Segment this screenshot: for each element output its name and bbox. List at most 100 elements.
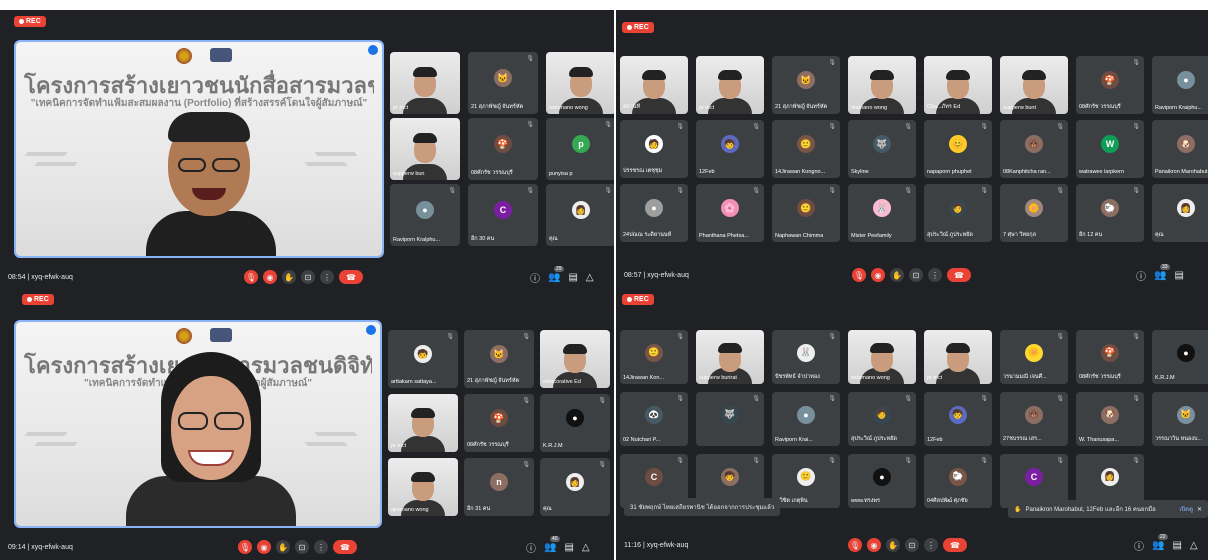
participant-tile[interactable]: 🍄 🎙 08ศักรัช วรรณบุรี (1076, 56, 1144, 114)
participant-tile[interactable]: C 🎙 อีก 30 คน (468, 184, 538, 246)
people-icon[interactable]: 👥 22 (1152, 533, 1168, 551)
camera-off-icon[interactable]: ◉ (263, 270, 277, 284)
participant-tile[interactable]: 🐑 🎙 04ศิลปพัฒ์ ศุภชัย (924, 454, 992, 508)
chat-icon[interactable]: ▤ (568, 272, 577, 283)
participant-tile[interactable]: 🎙 pr mct (696, 56, 764, 114)
end-call-button[interactable]: ☎ (333, 540, 357, 554)
raise-hand-icon[interactable]: ✋ (276, 540, 290, 554)
participant-tile[interactable]: n 🎙 อีก 31 คน (464, 458, 534, 516)
end-call-button[interactable]: ☎ (943, 538, 967, 552)
camera-off-icon[interactable]: ◉ (871, 268, 885, 282)
participant-tile[interactable]: ●🎙K.R.J.M (1152, 330, 1208, 384)
participant-tile[interactable]: 🐼 🎙 02 Nutchari P... (620, 392, 688, 446)
info-icon[interactable]: ⓘ (530, 270, 540, 285)
activities-icon[interactable]: △ (1190, 540, 1198, 551)
participant-tile[interactable]: ● 🎙 Raviporn Krai... (772, 392, 840, 446)
participant-tile[interactable]: ● 🎙 www.ทรงพร (848, 454, 916, 508)
participant-tile[interactable]: 🎙 ostocorative Ed (540, 330, 610, 388)
present-icon[interactable]: ⊡ (295, 540, 309, 554)
participant-tile[interactable]: 🐰 🎙 Mister Peefamily (848, 184, 916, 242)
participant-tile[interactable]: 😊 🎙 napaporn phuphet (924, 120, 992, 178)
raise-hand-icon[interactable]: ✋ (890, 268, 904, 282)
chat-icon[interactable]: ▤ (1172, 540, 1181, 551)
info-icon[interactable]: ⓘ (526, 540, 536, 555)
participant-tile[interactable]: 🐑 🎙 อีก 12 คน (1076, 184, 1144, 242)
participant-tile[interactable]: 🎙 ostomano wong (546, 52, 614, 114)
mic-off-icon[interactable]: 🎙 (848, 538, 862, 552)
participant-tile[interactable]: 🎙 apemano wong (388, 458, 458, 516)
more-options-icon[interactable]: ⋮ (924, 538, 938, 552)
participant-tile[interactable]: 🧑 🎙 สุประวิณ์ ภูประหยัด (848, 392, 916, 446)
end-call-button[interactable]: ☎ (339, 270, 363, 284)
participant-tile[interactable]: 🧒 🎙 arttakarn sattaya... (388, 330, 458, 388)
view-link[interactable]: เปิดดู (1179, 504, 1193, 514)
participant-tile[interactable]: 🍄 🎙 08ศักรัช วรรณบุรี (464, 394, 534, 452)
mic-off-icon[interactable]: 🎙 (852, 268, 866, 282)
participant-tile[interactable]: 🎙 ostamano wong (848, 330, 916, 384)
participant-tile[interactable]: 👩🎙คุณ (546, 184, 614, 246)
info-icon[interactable]: ⓘ (1136, 268, 1146, 283)
participant-tile[interactable]: 🐰 🎙 ปัชรพัทธ์ จำปาทอง (772, 330, 840, 384)
participant-tile[interactable]: 🎙 supperw bunt (1000, 56, 1068, 114)
participant-tile[interactable]: 🎙 Cha...ภัทร Ed (924, 56, 992, 114)
participant-tile[interactable]: 🌼 🎙 7 ศุษา วิทยกุล (1000, 184, 1068, 242)
participant-tile[interactable]: 🎙 supperw bun (390, 118, 460, 180)
participant-tile[interactable]: 🎙 สถานที่ (620, 56, 688, 114)
participant-tile[interactable]: 🙂 🎙 14Jirawan Kon... (620, 330, 688, 384)
mic-off-icon[interactable]: 🎙 (244, 270, 258, 284)
people-icon[interactable]: 👥 40 (544, 535, 560, 553)
participant-tile[interactable]: 🌼 🎙 วรนามมณี เจนศี... (1000, 330, 1068, 384)
participant-tile[interactable]: 👩🎙คุณ (1152, 184, 1208, 242)
present-icon[interactable]: ⊡ (301, 270, 315, 284)
participant-tile[interactable]: 👩🎙คุณ (540, 458, 610, 516)
participant-tile[interactable]: ● 🎙 Raviporn Kralphu... (390, 184, 460, 246)
participant-tile[interactable]: 🎙 supperw burirat (696, 330, 764, 384)
present-icon[interactable]: ⊡ (905, 538, 919, 552)
participant-tile[interactable]: 🐶🎙Panaikron Marohabut (1152, 120, 1208, 178)
participant-tile[interactable]: 🐺 🎙 (696, 392, 764, 446)
activities-icon[interactable]: △ (582, 542, 590, 553)
present-icon[interactable]: ⊡ (909, 268, 923, 282)
participant-tile[interactable]: ●🎙Raviporn Kraiphu... (1152, 56, 1208, 114)
activities-icon[interactable]: △ (586, 272, 594, 283)
more-options-icon[interactable]: ⋮ (320, 270, 334, 284)
participant-tile[interactable]: 🙂 🎙 Naphawan Chimma (772, 184, 840, 242)
participant-tile[interactable]: 🎙 pr mct (924, 330, 992, 384)
participant-tile[interactable]: 🍄 🎙 08ศักรัช วรรณบุรี (468, 118, 538, 180)
mic-off-icon[interactable]: 🎙 (238, 540, 252, 554)
raise-hand-icon[interactable]: ✋ (282, 270, 296, 284)
participant-tile[interactable]: 🐱🎙วรรณาวิน หนองบ... (1152, 392, 1208, 446)
chat-icon[interactable]: ▤ (564, 542, 573, 553)
participant-tile[interactable]: 🐺 🎙 Skyline (848, 120, 916, 178)
more-options-icon[interactable]: ⋮ (314, 540, 328, 554)
participant-tile[interactable]: 🧑 🎙 สุประวิณ์ ภูประหยัด (924, 184, 992, 242)
participant-tile[interactable]: p 🎙 punyisa p (546, 118, 614, 180)
participant-tile[interactable]: 🐱 🎙 21 สุภาพัชญ์ จันทร์หัต (772, 56, 840, 114)
people-icon[interactable]: 👥 29 (548, 265, 564, 283)
participant-tile[interactable]: 🙂 🎙 4.วิชิต เกตุพิน (772, 454, 840, 508)
close-icon[interactable]: ✕ (1197, 506, 1202, 513)
participant-tile[interactable]: W 🎙 watrawee larpkern (1076, 120, 1144, 178)
participant-tile[interactable]: 🐻 🎙 08Kanphitcha ran... (1000, 120, 1068, 178)
more-options-icon[interactable]: ⋮ (928, 268, 942, 282)
participant-tile[interactable]: 🎙 otamano wong (848, 56, 916, 114)
participant-tile[interactable]: 🍄 🎙 08ศักรัช วรรณบุรี (1076, 330, 1144, 384)
info-icon[interactable]: ⓘ (1134, 538, 1144, 553)
raise-hand-icon[interactable]: ✋ (886, 538, 900, 552)
participant-tile[interactable]: 🐱 🎙 21 สุภาพัชญ์ จันทร์หัต (468, 52, 538, 114)
participant-tile[interactable]: 🐶 🎙 W. Thanusapa... (1076, 392, 1144, 446)
participant-tile[interactable]: 🎙 pr mct (388, 394, 458, 452)
main-speaker-video[interactable]: โครงการสร้างเยาวช สารมวลชนดิจิทัล "เทคนิ… (14, 320, 382, 528)
camera-off-icon[interactable]: ◉ (867, 538, 881, 552)
participant-tile[interactable]: 🧒 🎙 12Feb (924, 392, 992, 446)
participant-tile[interactable]: 🙂 🎙 14Jirawan Kongno... (772, 120, 840, 178)
people-icon[interactable]: 👥 33 (1154, 263, 1170, 281)
participant-tile[interactable]: 🌸 🎙 Phanthana Phetsa... (696, 184, 764, 242)
camera-off-icon[interactable]: ◉ (257, 540, 271, 554)
participant-tile[interactable]: 🧒 🎙 12Feb (696, 120, 764, 178)
main-speaker-video[interactable]: โครงการสร้างเยาวชนนักสื่อสารมวลชนดิจิทัล… (14, 40, 384, 258)
participant-tile[interactable]: ●🎙K.R.J.M (540, 394, 610, 452)
participant-tile[interactable]: 🐱 🎙 21 สุภาพัชญ์ จันทร์หัต (464, 330, 534, 388)
participant-tile[interactable]: ● 🎙 24ปณณ ระดิยานนท์ (620, 184, 688, 242)
participant-tile[interactable]: 🎙 pr mct (390, 52, 460, 114)
